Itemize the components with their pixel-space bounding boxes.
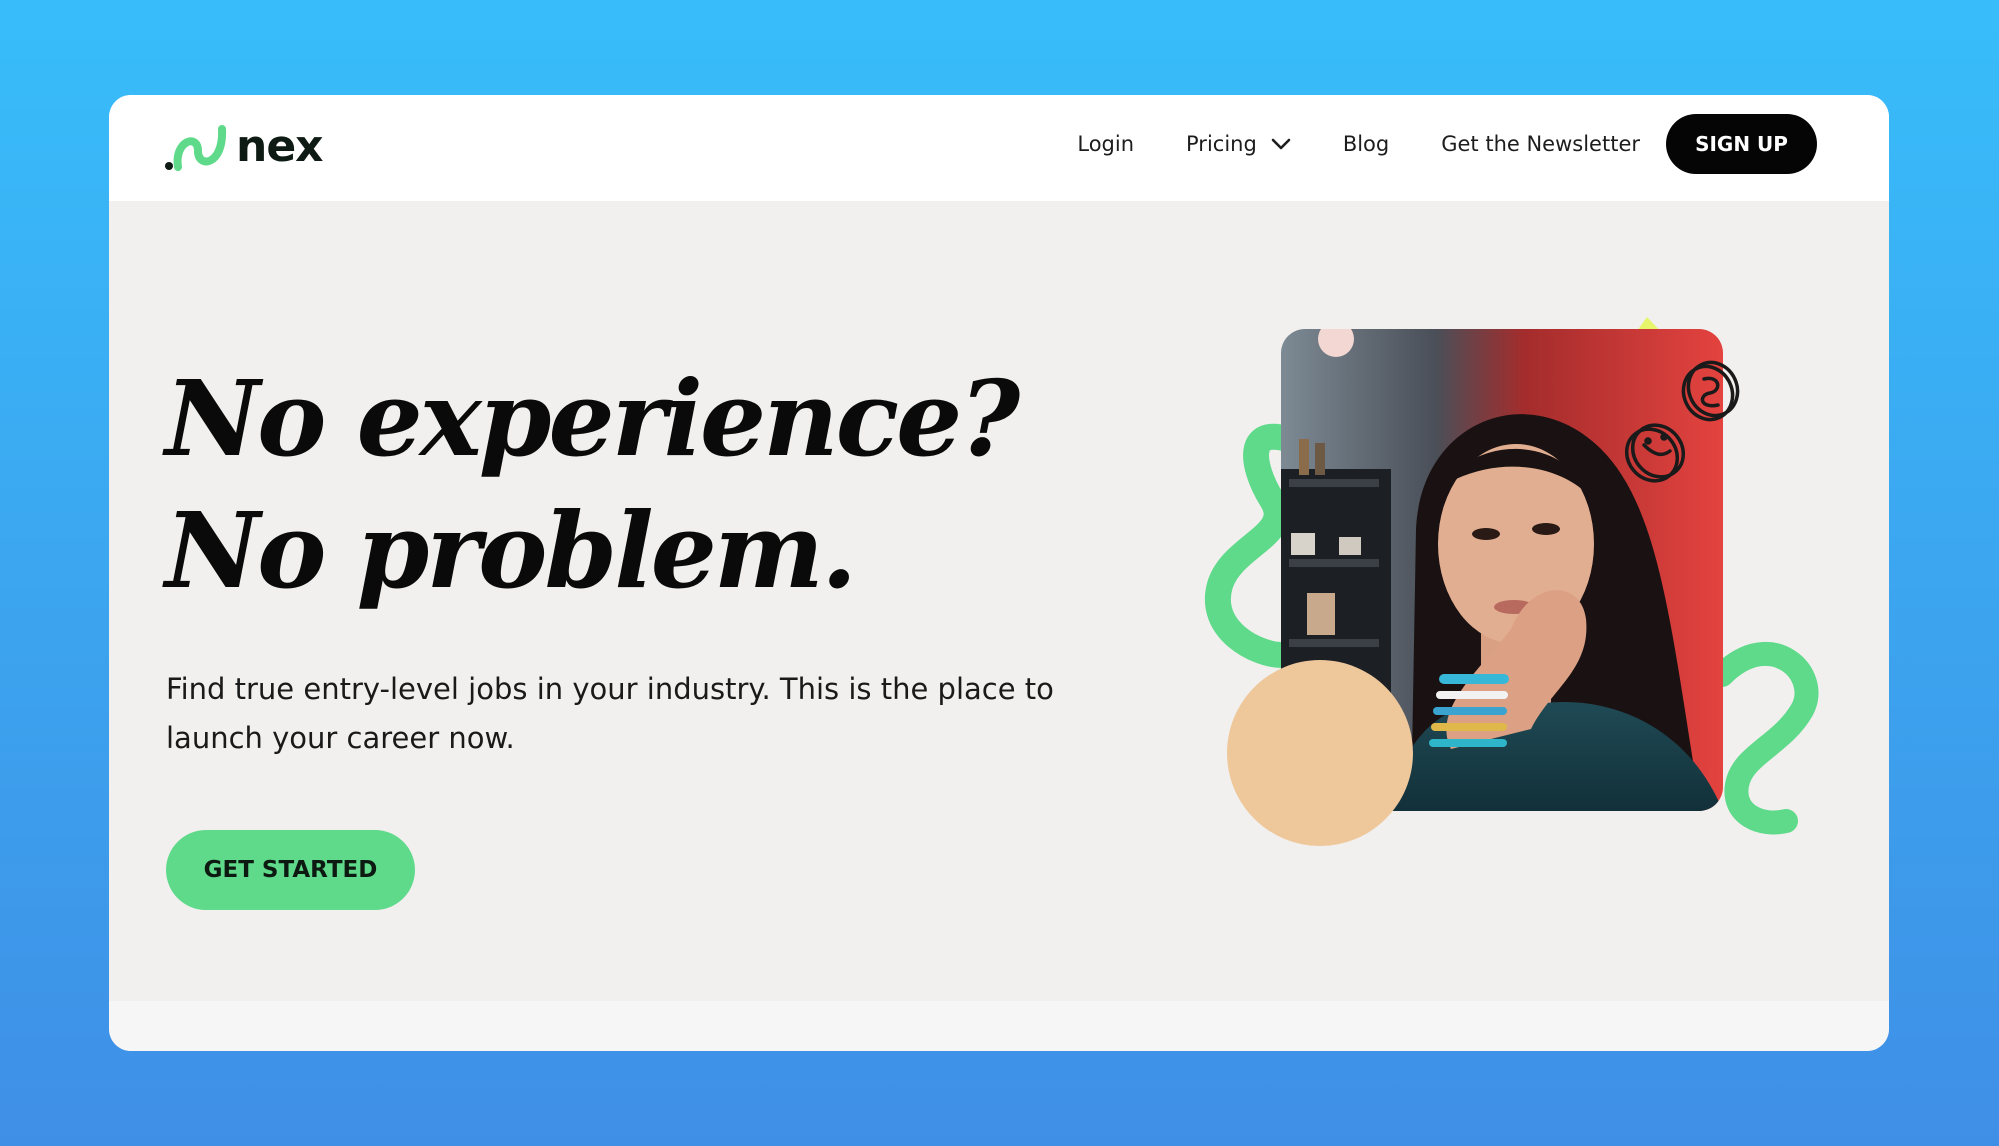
hero-title-line-1: No experience? bbox=[165, 357, 1020, 480]
nav-pricing-dropdown[interactable]: Pricing bbox=[1186, 132, 1291, 156]
get-started-button[interactable]: GET STARTED bbox=[166, 830, 415, 910]
nav-blog-link[interactable]: Blog bbox=[1343, 132, 1389, 156]
decor-foreground bbox=[1227, 360, 1740, 846]
chevron-down-icon bbox=[1271, 138, 1291, 150]
hero-subtitle: Find true entry-level jobs in your indus… bbox=[166, 672, 1054, 755]
brand-name: nex bbox=[236, 121, 324, 172]
nav-login-link[interactable]: Login bbox=[1077, 132, 1134, 156]
nav-newsletter-link[interactable]: Get the Newsletter bbox=[1441, 132, 1640, 156]
wave-logo-icon bbox=[165, 125, 227, 171]
coins-icon bbox=[1624, 360, 1740, 483]
signup-button[interactable]: SIGN UP bbox=[1666, 114, 1817, 174]
hero-title-line-2: No problem. bbox=[165, 489, 857, 612]
peach-circle-icon bbox=[1227, 660, 1413, 846]
browser-window: nex Login Pricing Blog Get the Newslette… bbox=[109, 95, 1889, 1051]
bottom-strip bbox=[109, 1001, 1889, 1051]
nav-pricing-label: Pricing bbox=[1186, 132, 1257, 156]
brand-logo[interactable]: nex bbox=[164, 119, 324, 175]
hero-illustration bbox=[1182, 295, 1832, 855]
top-navbar: nex Login Pricing Blog Get the Newslette… bbox=[109, 95, 1889, 201]
hero-title: No experience? No problem. bbox=[165, 353, 1020, 617]
main-nav: Login Pricing Blog Get the Newsletter SI… bbox=[1077, 114, 1817, 174]
